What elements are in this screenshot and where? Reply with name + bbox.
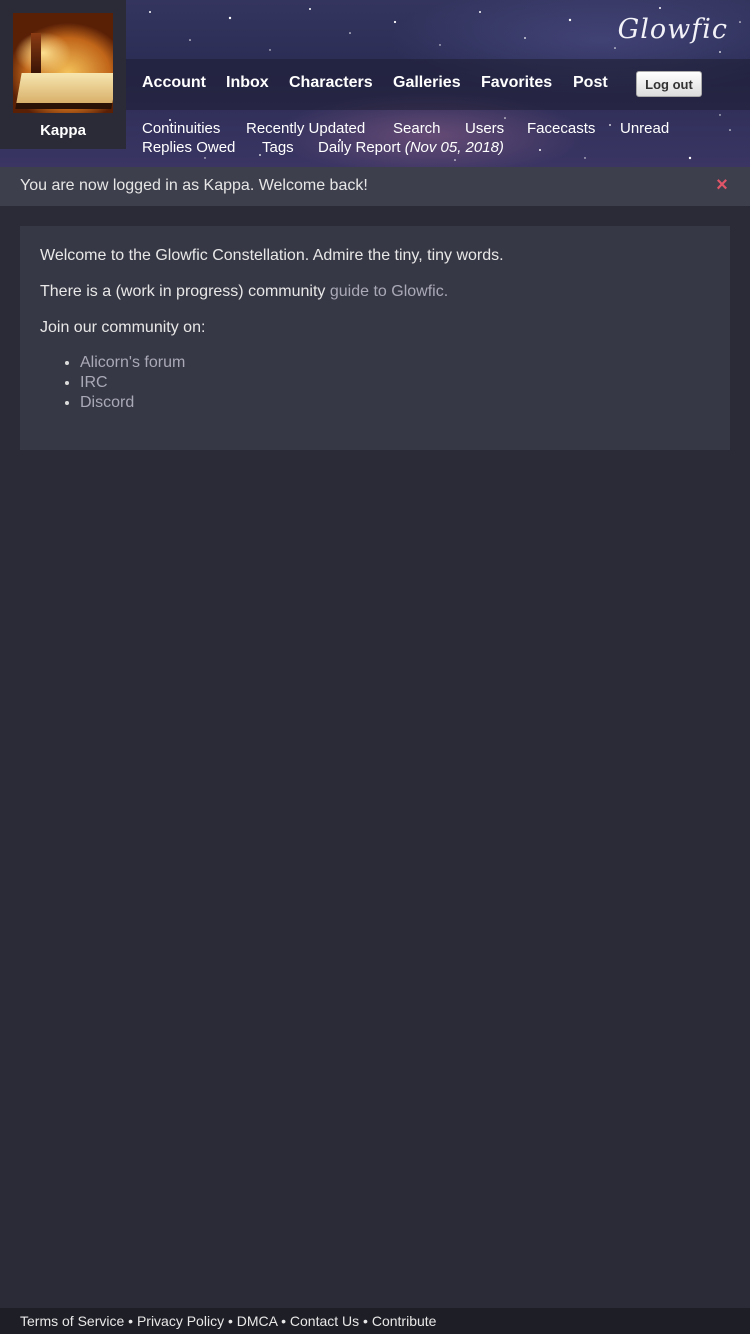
footer-separator: • <box>363 1313 368 1329</box>
footer-separator: • <box>128 1313 134 1329</box>
site-footer: Terms of Service • Privacy Policy • DMCA… <box>0 1308 750 1334</box>
nav-inbox[interactable]: Inbox <box>226 74 269 92</box>
list-item: IRC <box>80 373 185 393</box>
avatar-book-shape <box>16 73 113 103</box>
daily-report-date: (Nov 05, 2018) <box>404 139 504 156</box>
join-text: Join our community on: <box>40 319 206 336</box>
daily-report-label: Daily Report <box>318 139 401 156</box>
user-avatar[interactable] <box>13 13 113 113</box>
nav-tags[interactable]: Tags <box>262 139 294 156</box>
username[interactable]: Kappa <box>0 122 126 139</box>
nav-search[interactable]: Search <box>393 120 441 137</box>
nav-daily-report[interactable]: Daily Report (Nov 05, 2018) <box>318 139 504 156</box>
list-item: Discord <box>80 393 185 413</box>
nav-characters[interactable]: Characters <box>289 74 373 92</box>
logout-button[interactable]: Log out <box>636 71 702 97</box>
user-box: Kappa <box>0 0 126 149</box>
alicorn-forum-link[interactable]: Alicorn's forum <box>80 354 185 371</box>
site-logo[interactable]: Glowfic <box>618 14 728 45</box>
nav-users[interactable]: Users <box>465 120 504 137</box>
flash-message: You are now logged in as Kappa. Welcome … <box>0 167 750 206</box>
dmca-link[interactable]: DMCA <box>237 1313 277 1329</box>
guide-link[interactable]: guide to Glowfic. <box>330 283 448 300</box>
close-icon[interactable]: × <box>714 174 730 196</box>
nav-recently-updated[interactable]: Recently Updated <box>246 120 365 137</box>
nav-unread[interactable]: Unread <box>620 120 669 137</box>
nav-continuities[interactable]: Continuities <box>142 120 220 137</box>
guide-prefix: There is a (work in progress) community <box>40 283 330 300</box>
nav-favorites[interactable]: Favorites <box>481 74 552 92</box>
terms-link[interactable]: Terms of Service <box>20 1313 124 1329</box>
discord-link[interactable]: Discord <box>80 394 134 411</box>
privacy-link[interactable]: Privacy Policy <box>137 1313 224 1329</box>
nav-account[interactable]: Account <box>142 74 206 92</box>
nav-post[interactable]: Post <box>573 74 608 92</box>
footer-links: Terms of Service • Privacy Policy • DMCA… <box>20 1313 436 1329</box>
nav-galleries[interactable]: Galleries <box>393 74 461 92</box>
nav-replies-owed[interactable]: Replies Owed <box>142 139 235 156</box>
footer-separator: • <box>227 1313 233 1329</box>
welcome-text: Welcome to the Glowfic Constellation. Ad… <box>40 247 504 264</box>
flash-text: You are now logged in as Kappa. Welcome … <box>20 177 368 194</box>
community-list: Alicorn's forum IRC Discord <box>40 353 185 413</box>
guide-paragraph: There is a (work in progress) community … <box>40 283 448 301</box>
contribute-link[interactable]: Contribute <box>372 1313 437 1329</box>
contact-link[interactable]: Contact Us <box>290 1313 359 1329</box>
avatar-candle-shape <box>31 33 41 73</box>
footer-separator: • <box>281 1313 287 1329</box>
irc-link[interactable]: IRC <box>80 374 108 391</box>
list-item: Alicorn's forum <box>80 353 185 373</box>
welcome-panel: Welcome to the Glowfic Constellation. Ad… <box>20 226 730 450</box>
nav-facecasts[interactable]: Facecasts <box>527 120 595 137</box>
